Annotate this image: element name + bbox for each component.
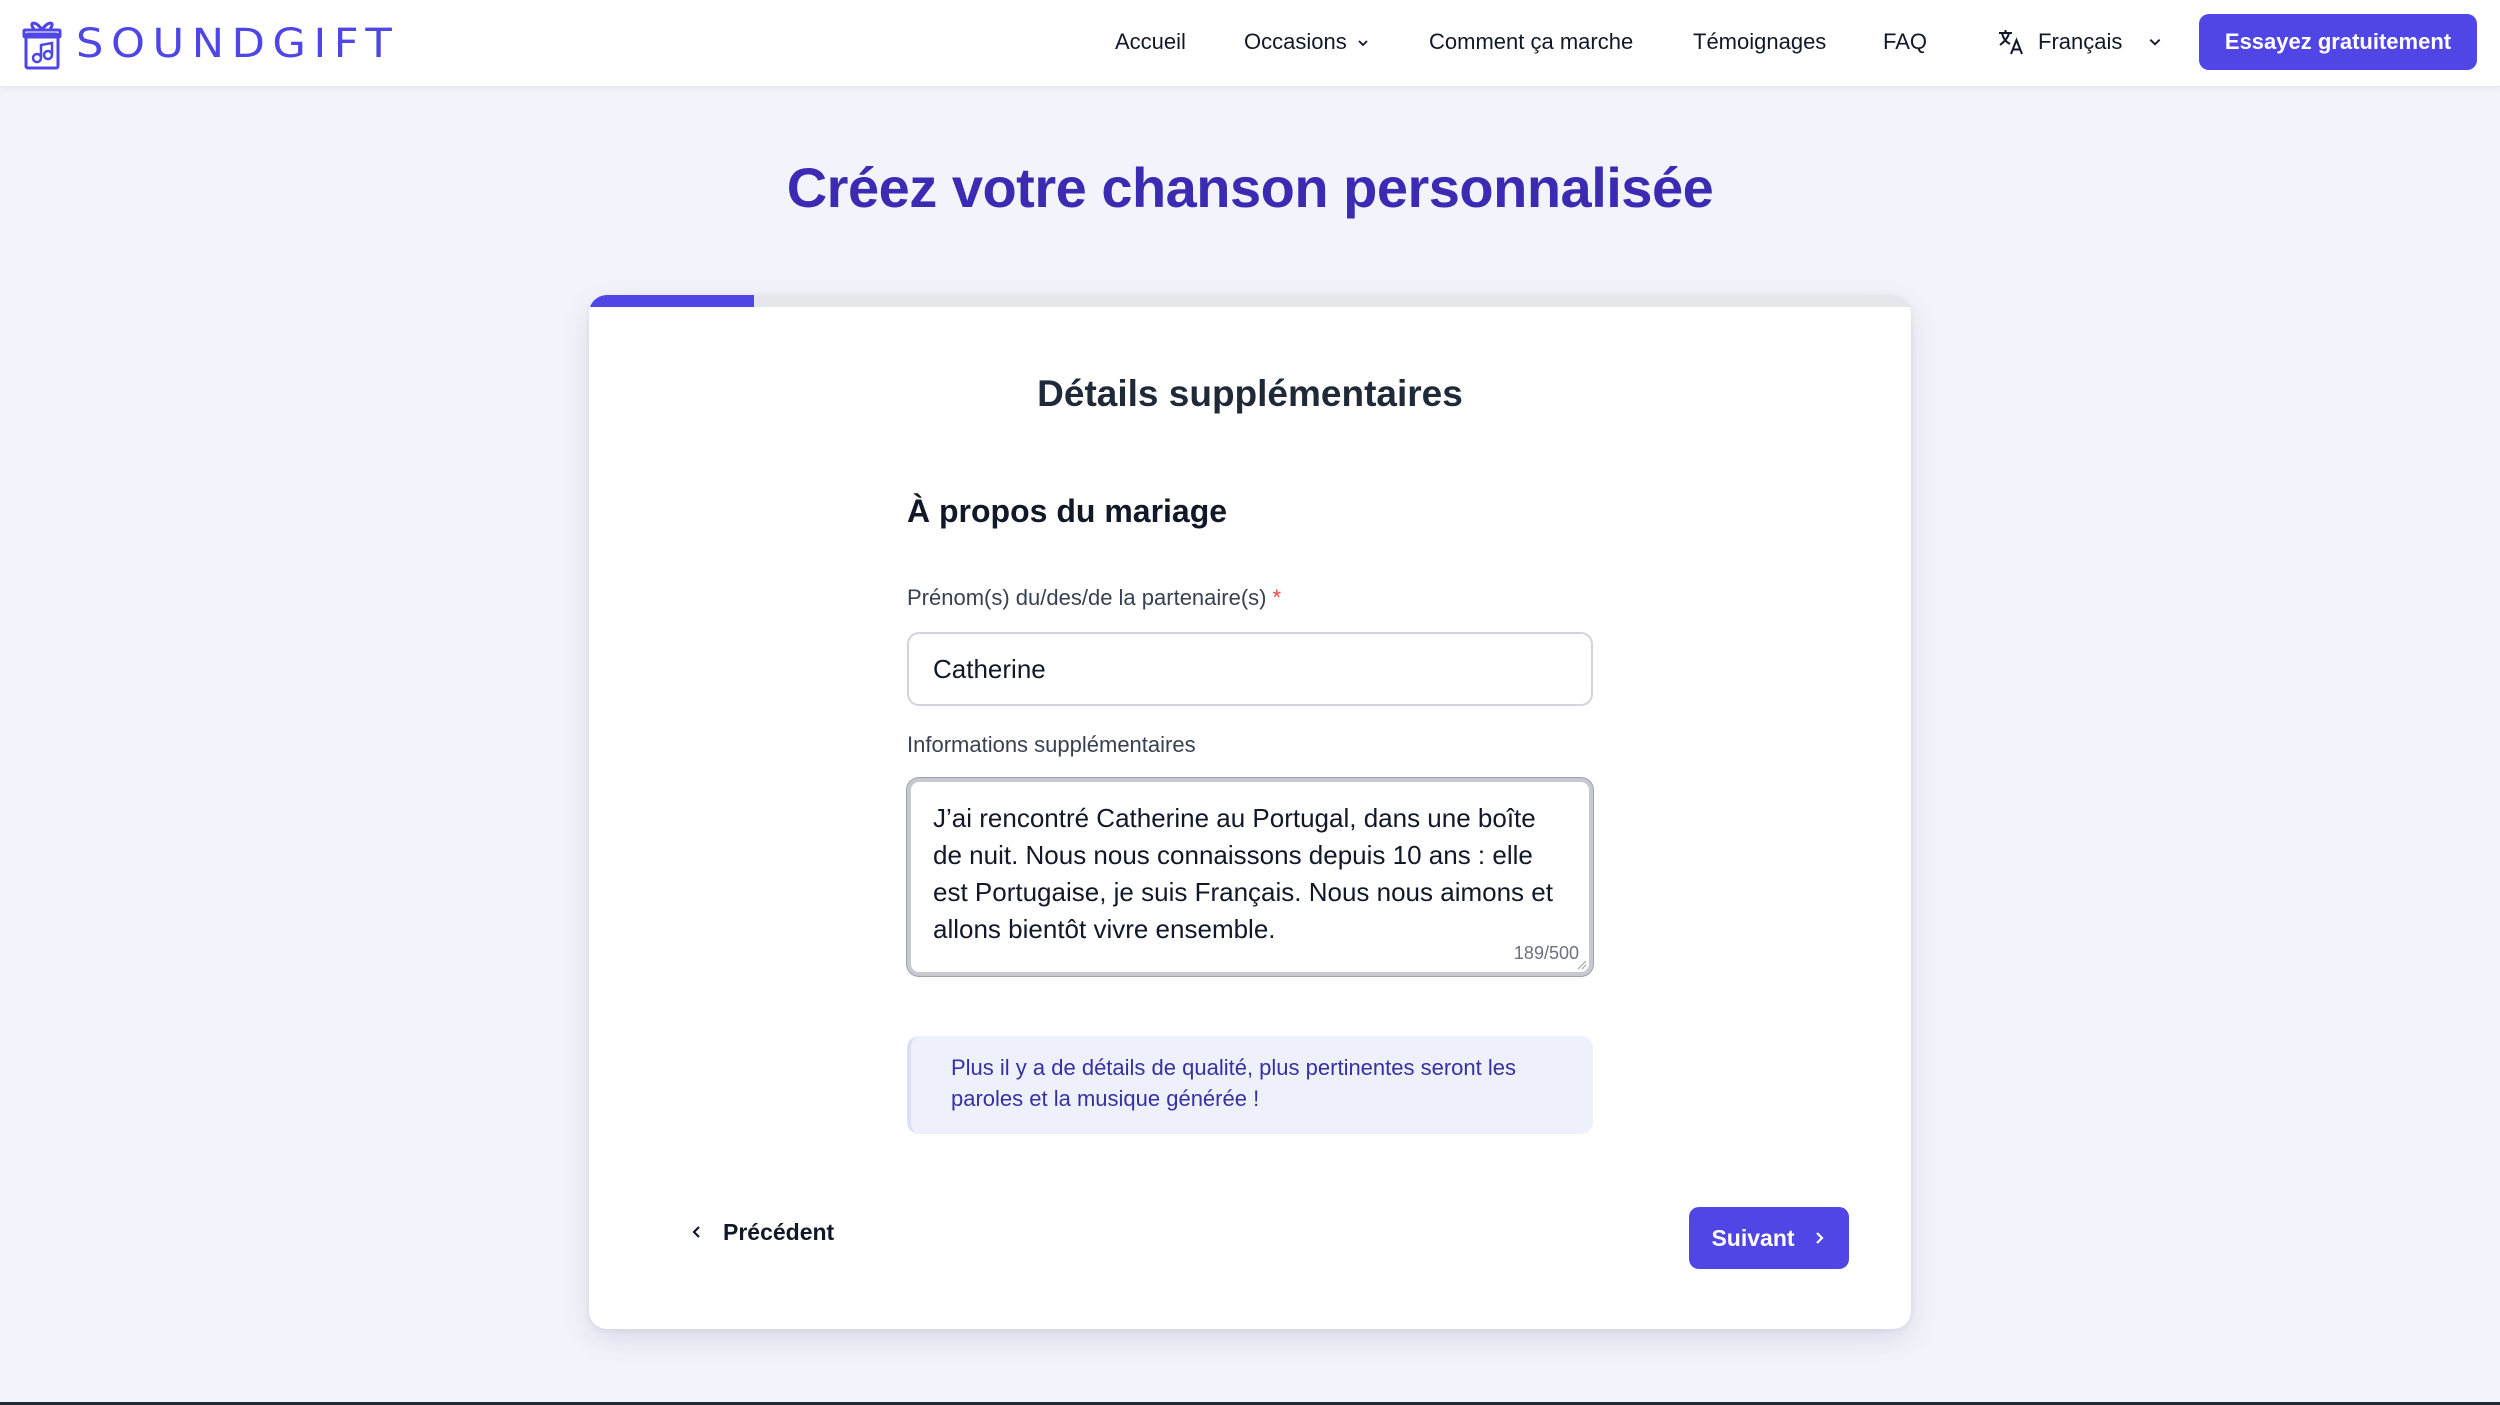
progress-bar (589, 295, 1911, 307)
chevron-left-icon (692, 1226, 700, 1238)
brand-logo[interactable]: SOUNDGIFT (22, 16, 392, 72)
section-title: À propos du mariage (907, 493, 1228, 529)
additional-info-label: Informations supplémentaires (907, 732, 1196, 757)
progress-fill (589, 295, 755, 307)
chevron-right-icon (1815, 1232, 1824, 1244)
language-label: Français (2038, 29, 2123, 54)
partner-name-input[interactable] (907, 632, 1593, 706)
required-mark: * (1272, 585, 1282, 610)
nav-home[interactable]: Accueil (1115, 26, 1186, 58)
resize-grip-icon[interactable] (1575, 958, 1587, 970)
page-title: Créez votre chanson personnalisée (786, 156, 1714, 219)
nav-testimonials[interactable]: Témoignages (1693, 26, 1826, 58)
additional-info-wrapper: J’ai rencontré Catherine au Portugal, da… (907, 778, 1593, 976)
nav-occasions-label: Occasions (1244, 29, 1347, 54)
tip-box: Plus il y a de détails de qualité, plus … (907, 1036, 1593, 1134)
chevron-down-icon (1358, 40, 1368, 47)
char-counter: 189/500 (1513, 943, 1579, 963)
top-navbar: SOUNDGIFT Accueil Occasions Comment ça m… (0, 0, 2500, 87)
next-button[interactable]: Suivant (1689, 1207, 1849, 1269)
partner-name-label: Prénom(s) du/des/de la partenaire(s) * (907, 585, 1281, 611)
additional-info-textarea[interactable]: J’ai rencontré Catherine au Portugal, da… (911, 782, 1589, 972)
try-free-button[interactable]: Essayez gratuitement (2199, 14, 2477, 70)
language-selector[interactable]: Français (1996, 24, 2162, 60)
nav-how-it-works[interactable]: Comment ça marche (1429, 26, 1633, 58)
nav-faq[interactable]: FAQ (1883, 26, 1927, 58)
brand-name: SOUNDGIFT (76, 21, 400, 67)
next-button-label: Suivant (1711, 1224, 1795, 1251)
form-card: Détails supplémentaires À propos du mari… (589, 295, 1911, 1329)
step-title: Détails supplémentaires (1037, 373, 1463, 414)
nav-occasions[interactable]: Occasions (1244, 26, 1369, 58)
translate-icon (1999, 30, 2023, 55)
partner-name-label-text: Prénom(s) du/des/de la partenaire(s) (907, 585, 1267, 610)
previous-button-label: Précédent (723, 1218, 835, 1245)
previous-button[interactable]: Précédent (677, 1205, 846, 1259)
gift-music-icon (22, 21, 62, 70)
chevron-down-icon (2150, 39, 2161, 46)
